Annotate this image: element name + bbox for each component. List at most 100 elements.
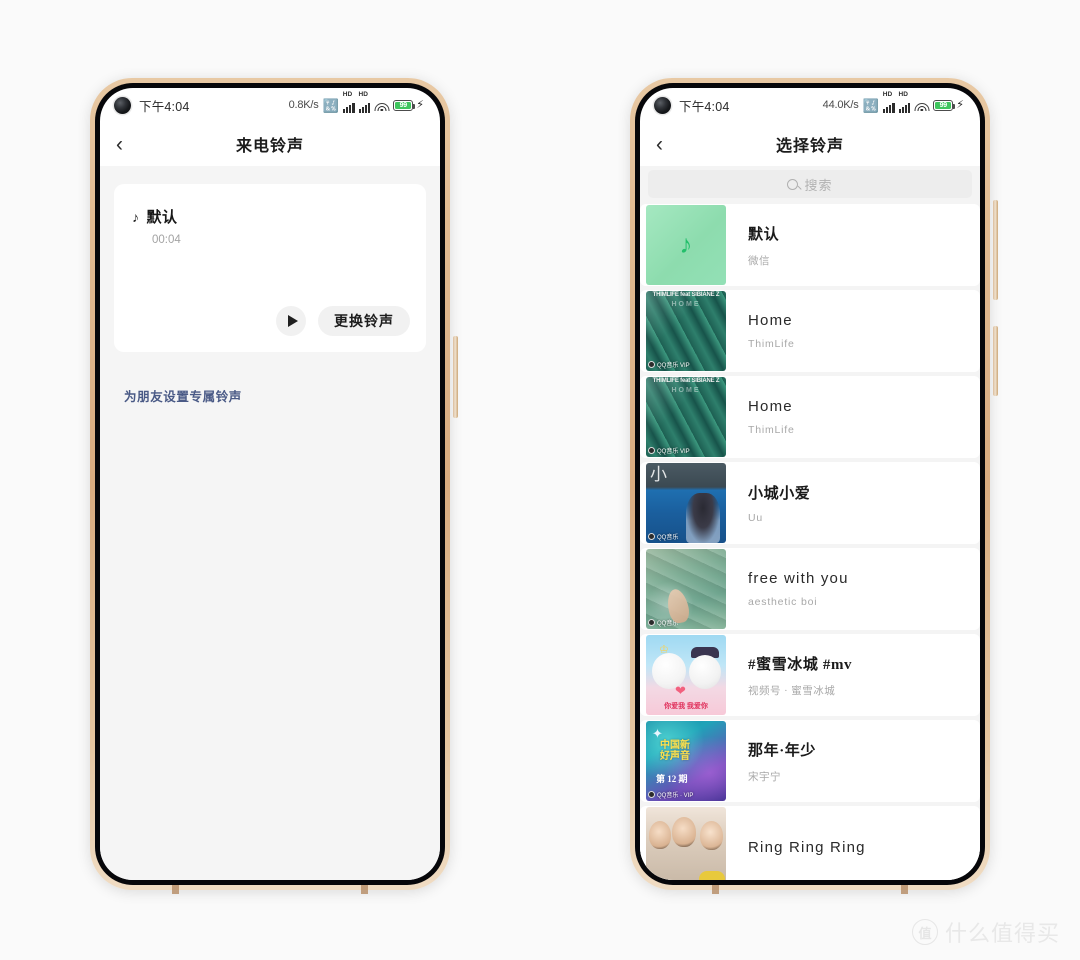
status-time: 下午4:04 <box>679 99 730 114</box>
album-art-sub-text: HOME <box>671 387 701 394</box>
ringtone-title: #蜜雪冰城 #mv <box>748 656 853 673</box>
list-item[interactable]: ✦ 中国新 好声音 第 12 期 QQ音乐 · VIP 那年·年少 宋宇宁 <box>640 720 980 802</box>
signal-icon-sim2: HD <box>358 91 371 113</box>
select-ringtone-page-body: 搜索 ♪ 默认 微信 THIMLIFE feat SIBIANE Z HOME … <box>640 166 980 880</box>
album-art-free-with-you: QQ音乐 <box>646 549 726 629</box>
list-item-text: Ring Ring Ring <box>726 806 980 880</box>
ringtone-title: 默认 <box>748 226 780 243</box>
lightning-bolt-icon: ⚡ <box>956 98 964 111</box>
ringtone-title: Ring Ring Ring <box>748 838 866 856</box>
status-bar-left: 下午4:04 0.8K/s 🔣 HD HD 99 ⚡ <box>100 88 440 122</box>
volume-button-left-phone[interactable] <box>453 336 458 418</box>
antenna-line-left <box>172 885 179 894</box>
phone-bezel-right: 下午4:04 44.0K/s 🔣 HD HD 99 ⚡ ‹ 选择铃声 搜索 ♪ … <box>635 83 985 885</box>
phone-bezel-left: 下午4:04 0.8K/s 🔣 HD HD 99 ⚡ ‹ 来电铃声 ♪ 默认 0… <box>95 83 445 885</box>
lightning-bolt-icon: ⚡ <box>416 98 424 111</box>
album-art-default: ♪ <box>646 205 726 285</box>
source-badge: QQ音乐 <box>648 618 678 627</box>
watermark-text: 什么值得买 <box>944 921 1060 946</box>
list-item[interactable]: ♔ ❤ 你爱我 我爱你 #蜜雪冰城 #mv 视频号 · 蜜雪冰城 <box>640 634 980 716</box>
list-item-text: free with you aesthetic boi <box>726 548 980 630</box>
ringtone-subtitle: aesthetic boi <box>748 596 818 608</box>
network-speed: 0.8K/s <box>288 99 319 111</box>
page-title: 选择铃声 <box>775 138 844 155</box>
crown-icon: ♔ <box>659 644 669 656</box>
incoming-ringtone-page-body: ♪ 默认 00:04 更换铃声 为朋友设置专属铃声 <box>100 166 440 880</box>
antenna-line-right <box>712 885 719 894</box>
list-item-text: 小城小爱 Uu <box>726 462 980 544</box>
volume-up-button-right-phone[interactable] <box>993 200 998 300</box>
screen-left: 下午4:04 0.8K/s 🔣 HD HD 99 ⚡ ‹ 来电铃声 ♪ 默认 0… <box>100 88 440 880</box>
bluetooth-icon: 🔣 <box>322 97 339 113</box>
album-art-header-text: THIMLIFE feat SIBIANE Z <box>652 378 720 384</box>
list-item[interactable]: QQ音乐 free with you aesthetic boi <box>640 548 980 630</box>
phone-right: 下午4:04 44.0K/s 🔣 HD HD 99 ⚡ ‹ 选择铃声 搜索 ♪ … <box>630 78 998 894</box>
album-art-mixue: ♔ ❤ 你爱我 我爱你 <box>646 635 726 715</box>
album-art-ring-ring-ring <box>646 807 726 880</box>
network-speed: 44.0K/s <box>822 99 859 111</box>
list-item-text: Home ThimLife <box>726 290 980 372</box>
ringtone-title: free with you <box>748 570 849 587</box>
heart-icon: ❤ <box>675 683 686 698</box>
battery-icon: 99 <box>393 99 416 111</box>
play-icon <box>287 315 298 327</box>
ringtone-subtitle: 微信 <box>748 255 770 267</box>
ringtone-title: 小城小爱 <box>748 486 811 502</box>
signal-icon-sim1: HD <box>342 91 355 113</box>
search-icon <box>787 178 799 190</box>
status-time: 下午4:04 <box>139 99 190 114</box>
list-item[interactable]: 小 QQ音乐 小城小爱 Uu <box>640 462 980 544</box>
list-item-text: 那年·年少 宋宇宁 <box>726 720 980 802</box>
search-bar[interactable]: 搜索 <box>648 170 972 198</box>
album-art-xiaochengxiaoai: 小 QQ音乐 <box>646 463 726 543</box>
album-art-calligraphy: 小 <box>650 465 667 484</box>
list-item[interactable]: ♪ 默认 微信 <box>640 204 980 286</box>
ringtone-subtitle: Uu <box>748 512 764 524</box>
list-item[interactable]: THIMLIFE feat SIBIANE Z HOME QQ音乐 VIP Ho… <box>640 376 980 458</box>
play-button[interactable] <box>276 306 306 336</box>
hd-label: HD <box>358 91 368 98</box>
source-badge: QQ音乐 VIP <box>648 446 690 455</box>
ringtone-title: 那年·年少 <box>748 742 817 759</box>
ringtone-subtitle: 视频号 · 蜜雪冰城 <box>748 685 836 697</box>
source-badge: QQ音乐 · VIP <box>648 790 693 799</box>
card-actions: 更换铃声 <box>276 306 410 336</box>
ringtone-subtitle: 宋宇宁 <box>748 771 781 783</box>
phone-left: 下午4:04 0.8K/s 🔣 HD HD 99 ⚡ ‹ 来电铃声 ♪ 默认 0… <box>90 78 458 894</box>
change-ringtone-button[interactable]: 更换铃声 <box>318 306 410 336</box>
screen-right: 下午4:04 44.0K/s 🔣 HD HD 99 ⚡ ‹ 选择铃声 搜索 ♪ … <box>640 88 980 880</box>
bluetooth-icon: 🔣 <box>862 97 879 113</box>
ringtone-duration: 00:04 <box>152 234 181 246</box>
hd-label: HD <box>882 91 893 98</box>
list-item[interactable]: Ring Ring Ring <box>640 806 980 880</box>
search-input[interactable]: 搜索 <box>804 175 832 194</box>
nav-bar-left: ‹ 来电铃声 <box>100 122 440 166</box>
ringtone-title: Home <box>748 398 793 415</box>
battery-icon: 99 <box>933 99 956 111</box>
wifi-icon <box>374 100 390 111</box>
battery-level: 99 <box>399 101 407 109</box>
watermark: 值 什么值得买 <box>911 916 1060 948</box>
album-art-voice-of-china: ✦ 中国新 好声音 第 12 期 QQ音乐 · VIP <box>646 721 726 801</box>
ringtone-title: Home <box>748 312 793 329</box>
hd-label: HD <box>898 91 908 98</box>
album-art-home: THIMLIFE feat SIBIANE Z HOME QQ音乐 VIP <box>646 377 726 457</box>
front-camera-punch-hole <box>114 96 131 114</box>
source-badge: QQ音乐 VIP <box>648 360 690 369</box>
signal-icon-sim1: HD <box>882 91 895 113</box>
album-art-caption: 你爱我 我爱你 <box>664 702 708 710</box>
list-item[interactable]: THIMLIFE feat SIBIANE Z HOME QQ音乐 VIP Ho… <box>640 290 980 372</box>
power-button-right-phone[interactable] <box>993 326 998 396</box>
album-art-home: THIMLIFE feat SIBIANE Z HOME QQ音乐 VIP <box>646 291 726 371</box>
album-art-header-text: THIMLIFE feat SIBIANE Z <box>652 292 720 298</box>
watermark-logo: 值 <box>911 919 938 945</box>
music-note-icon: ♪ <box>132 211 140 226</box>
source-badge: QQ音乐 <box>648 532 678 541</box>
album-art-sub-text: HOME <box>671 301 701 308</box>
ringtone-subtitle: ThimLife <box>748 338 795 350</box>
signal-icon-sim2: HD <box>898 91 911 113</box>
ringtone-name: 默认 <box>146 210 178 226</box>
antenna-line-right <box>901 885 908 894</box>
set-friend-ringtone-link[interactable]: 为朋友设置专属铃声 <box>124 386 440 405</box>
list-item-text: #蜜雪冰城 #mv 视频号 · 蜜雪冰城 <box>726 634 980 716</box>
